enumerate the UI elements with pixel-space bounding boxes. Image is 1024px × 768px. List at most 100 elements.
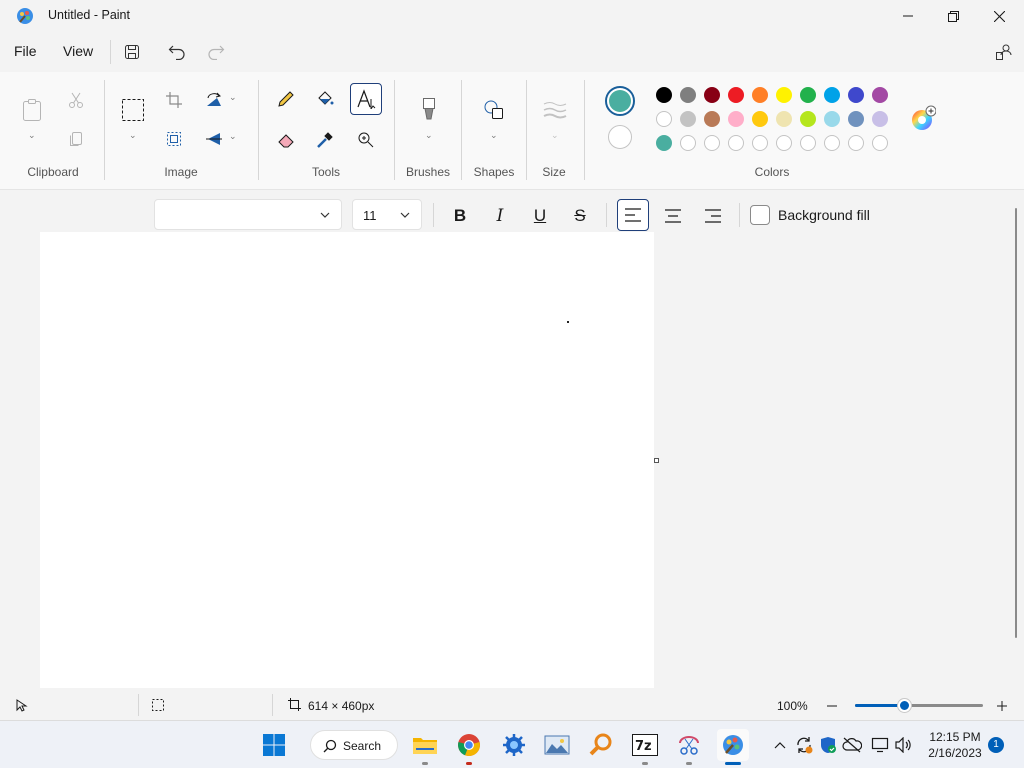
strikethrough-button[interactable]: S: [565, 201, 595, 231]
custom-color-slot[interactable]: [704, 135, 720, 151]
chevron-down-icon[interactable]: ⌄: [490, 130, 498, 141]
zoom-slider-thumb[interactable]: [897, 699, 911, 712]
palette-color-swatch[interactable]: [824, 87, 840, 103]
save-button[interactable]: [120, 40, 144, 64]
resize-button[interactable]: [162, 127, 186, 151]
custom-color-slot[interactable]: [848, 135, 864, 151]
palette-color-swatch[interactable]: [728, 111, 744, 127]
canvas-resize-handle[interactable]: [654, 458, 659, 463]
palette-color-swatch[interactable]: [680, 87, 696, 103]
palette-color-swatch[interactable]: [704, 87, 720, 103]
palette-color-swatch[interactable]: [872, 87, 888, 103]
align-left-button[interactable]: [617, 199, 649, 231]
show-hidden-icons-button[interactable]: [770, 735, 790, 755]
chevron-down-icon[interactable]: ⌄: [229, 92, 237, 103]
palette-color-swatch[interactable]: [656, 135, 672, 151]
maximize-button[interactable]: [930, 0, 976, 32]
palette-color-swatch[interactable]: [752, 87, 768, 103]
custom-color-slot[interactable]: [800, 135, 816, 151]
custom-color-slot[interactable]: [824, 135, 840, 151]
palette-color-swatch[interactable]: [872, 111, 888, 127]
palette-color-swatch[interactable]: [800, 111, 816, 127]
palette-color-swatch[interactable]: [656, 111, 672, 127]
chevron-down-icon[interactable]: ⌄: [425, 130, 433, 141]
palette-color-swatch[interactable]: [680, 111, 696, 127]
primary-color[interactable]: [605, 86, 635, 116]
custom-color-slot[interactable]: [776, 135, 792, 151]
vertical-scrollbar[interactable]: [1015, 208, 1017, 638]
security-tray-icon[interactable]: [818, 735, 838, 755]
size-button[interactable]: [541, 98, 569, 122]
custom-color-slot[interactable]: [872, 135, 888, 151]
taskbar-clock[interactable]: 12:15 PM 2/16/2023: [922, 729, 988, 761]
eraser-button[interactable]: [273, 127, 299, 153]
secondary-color[interactable]: [608, 125, 632, 149]
paint-taskbar-button[interactable]: [717, 729, 749, 765]
search-app-taskbar-button[interactable]: [585, 729, 617, 761]
font-size-dropdown[interactable]: 11: [352, 199, 422, 230]
zoom-out-button[interactable]: [826, 696, 842, 714]
sync-tray-icon[interactable]: [794, 735, 814, 755]
font-family-dropdown[interactable]: [154, 199, 342, 230]
shapes-button[interactable]: [480, 96, 508, 124]
palette-color-swatch[interactable]: [824, 111, 840, 127]
close-button[interactable]: [976, 0, 1022, 32]
crop-button[interactable]: [162, 88, 186, 112]
custom-color-slot[interactable]: [680, 135, 696, 151]
view-menu[interactable]: View: [63, 43, 93, 59]
taskbar-search[interactable]: Search: [310, 730, 398, 760]
start-button[interactable]: [258, 729, 290, 761]
brushes-button[interactable]: [415, 94, 443, 126]
chevron-down-icon[interactable]: ⌄: [229, 131, 237, 142]
align-center-button[interactable]: [658, 201, 688, 231]
app-taskbar-button[interactable]: [498, 729, 530, 761]
underline-button[interactable]: U: [525, 201, 555, 231]
zoom-in-button[interactable]: [996, 696, 1012, 714]
file-explorer-taskbar-button[interactable]: [409, 729, 441, 765]
rotate-button[interactable]: [202, 88, 226, 112]
color-picker-button[interactable]: [312, 127, 338, 153]
edit-colors-button[interactable]: [909, 104, 937, 132]
snipping-tool-taskbar-button[interactable]: [673, 729, 705, 765]
palette-color-swatch[interactable]: [800, 87, 816, 103]
palette-color-swatch[interactable]: [848, 87, 864, 103]
zoom-slider[interactable]: [855, 699, 983, 712]
file-menu[interactable]: File: [14, 43, 37, 59]
drawing-canvas[interactable]: [40, 232, 654, 688]
background-fill-checkbox[interactable]: [750, 205, 770, 225]
chrome-taskbar-button[interactable]: [453, 729, 485, 765]
palette-color-swatch[interactable]: [704, 111, 720, 127]
custom-color-slot[interactable]: [752, 135, 768, 151]
bold-button[interactable]: B: [445, 201, 475, 231]
palette-color-swatch[interactable]: [752, 111, 768, 127]
palette-color-swatch[interactable]: [776, 87, 792, 103]
align-right-button[interactable]: [698, 201, 728, 231]
custom-color-slot[interactable]: [728, 135, 744, 151]
chevron-down-icon[interactable]: ⌄: [129, 130, 137, 141]
palette-color-swatch[interactable]: [776, 111, 792, 127]
fill-button[interactable]: [312, 86, 338, 112]
redo-button[interactable]: [204, 40, 228, 64]
paste-button[interactable]: [18, 94, 46, 126]
chevron-down-icon[interactable]: ⌄: [28, 130, 36, 141]
account-button[interactable]: [992, 40, 1016, 64]
zoom-level[interactable]: 100%: [777, 699, 808, 713]
onedrive-tray-icon[interactable]: [842, 735, 862, 755]
palette-color-swatch[interactable]: [656, 87, 672, 103]
volume-tray-icon[interactable]: [894, 735, 914, 755]
7zip-taskbar-button[interactable]: 7z: [629, 729, 661, 765]
undo-button[interactable]: [165, 40, 189, 64]
copy-button[interactable]: [64, 127, 88, 151]
network-tray-icon[interactable]: [870, 735, 890, 755]
photos-taskbar-button[interactable]: [541, 729, 573, 761]
magnifier-button[interactable]: [353, 127, 379, 153]
notification-badge[interactable]: 1: [988, 737, 1004, 753]
italic-button[interactable]: I: [485, 201, 515, 231]
flip-button[interactable]: [202, 127, 226, 151]
cut-button[interactable]: [64, 88, 88, 112]
select-button[interactable]: [119, 96, 147, 124]
minimize-button[interactable]: [885, 0, 931, 32]
palette-color-swatch[interactable]: [848, 111, 864, 127]
text-button[interactable]: [350, 83, 382, 115]
palette-color-swatch[interactable]: [728, 87, 744, 103]
